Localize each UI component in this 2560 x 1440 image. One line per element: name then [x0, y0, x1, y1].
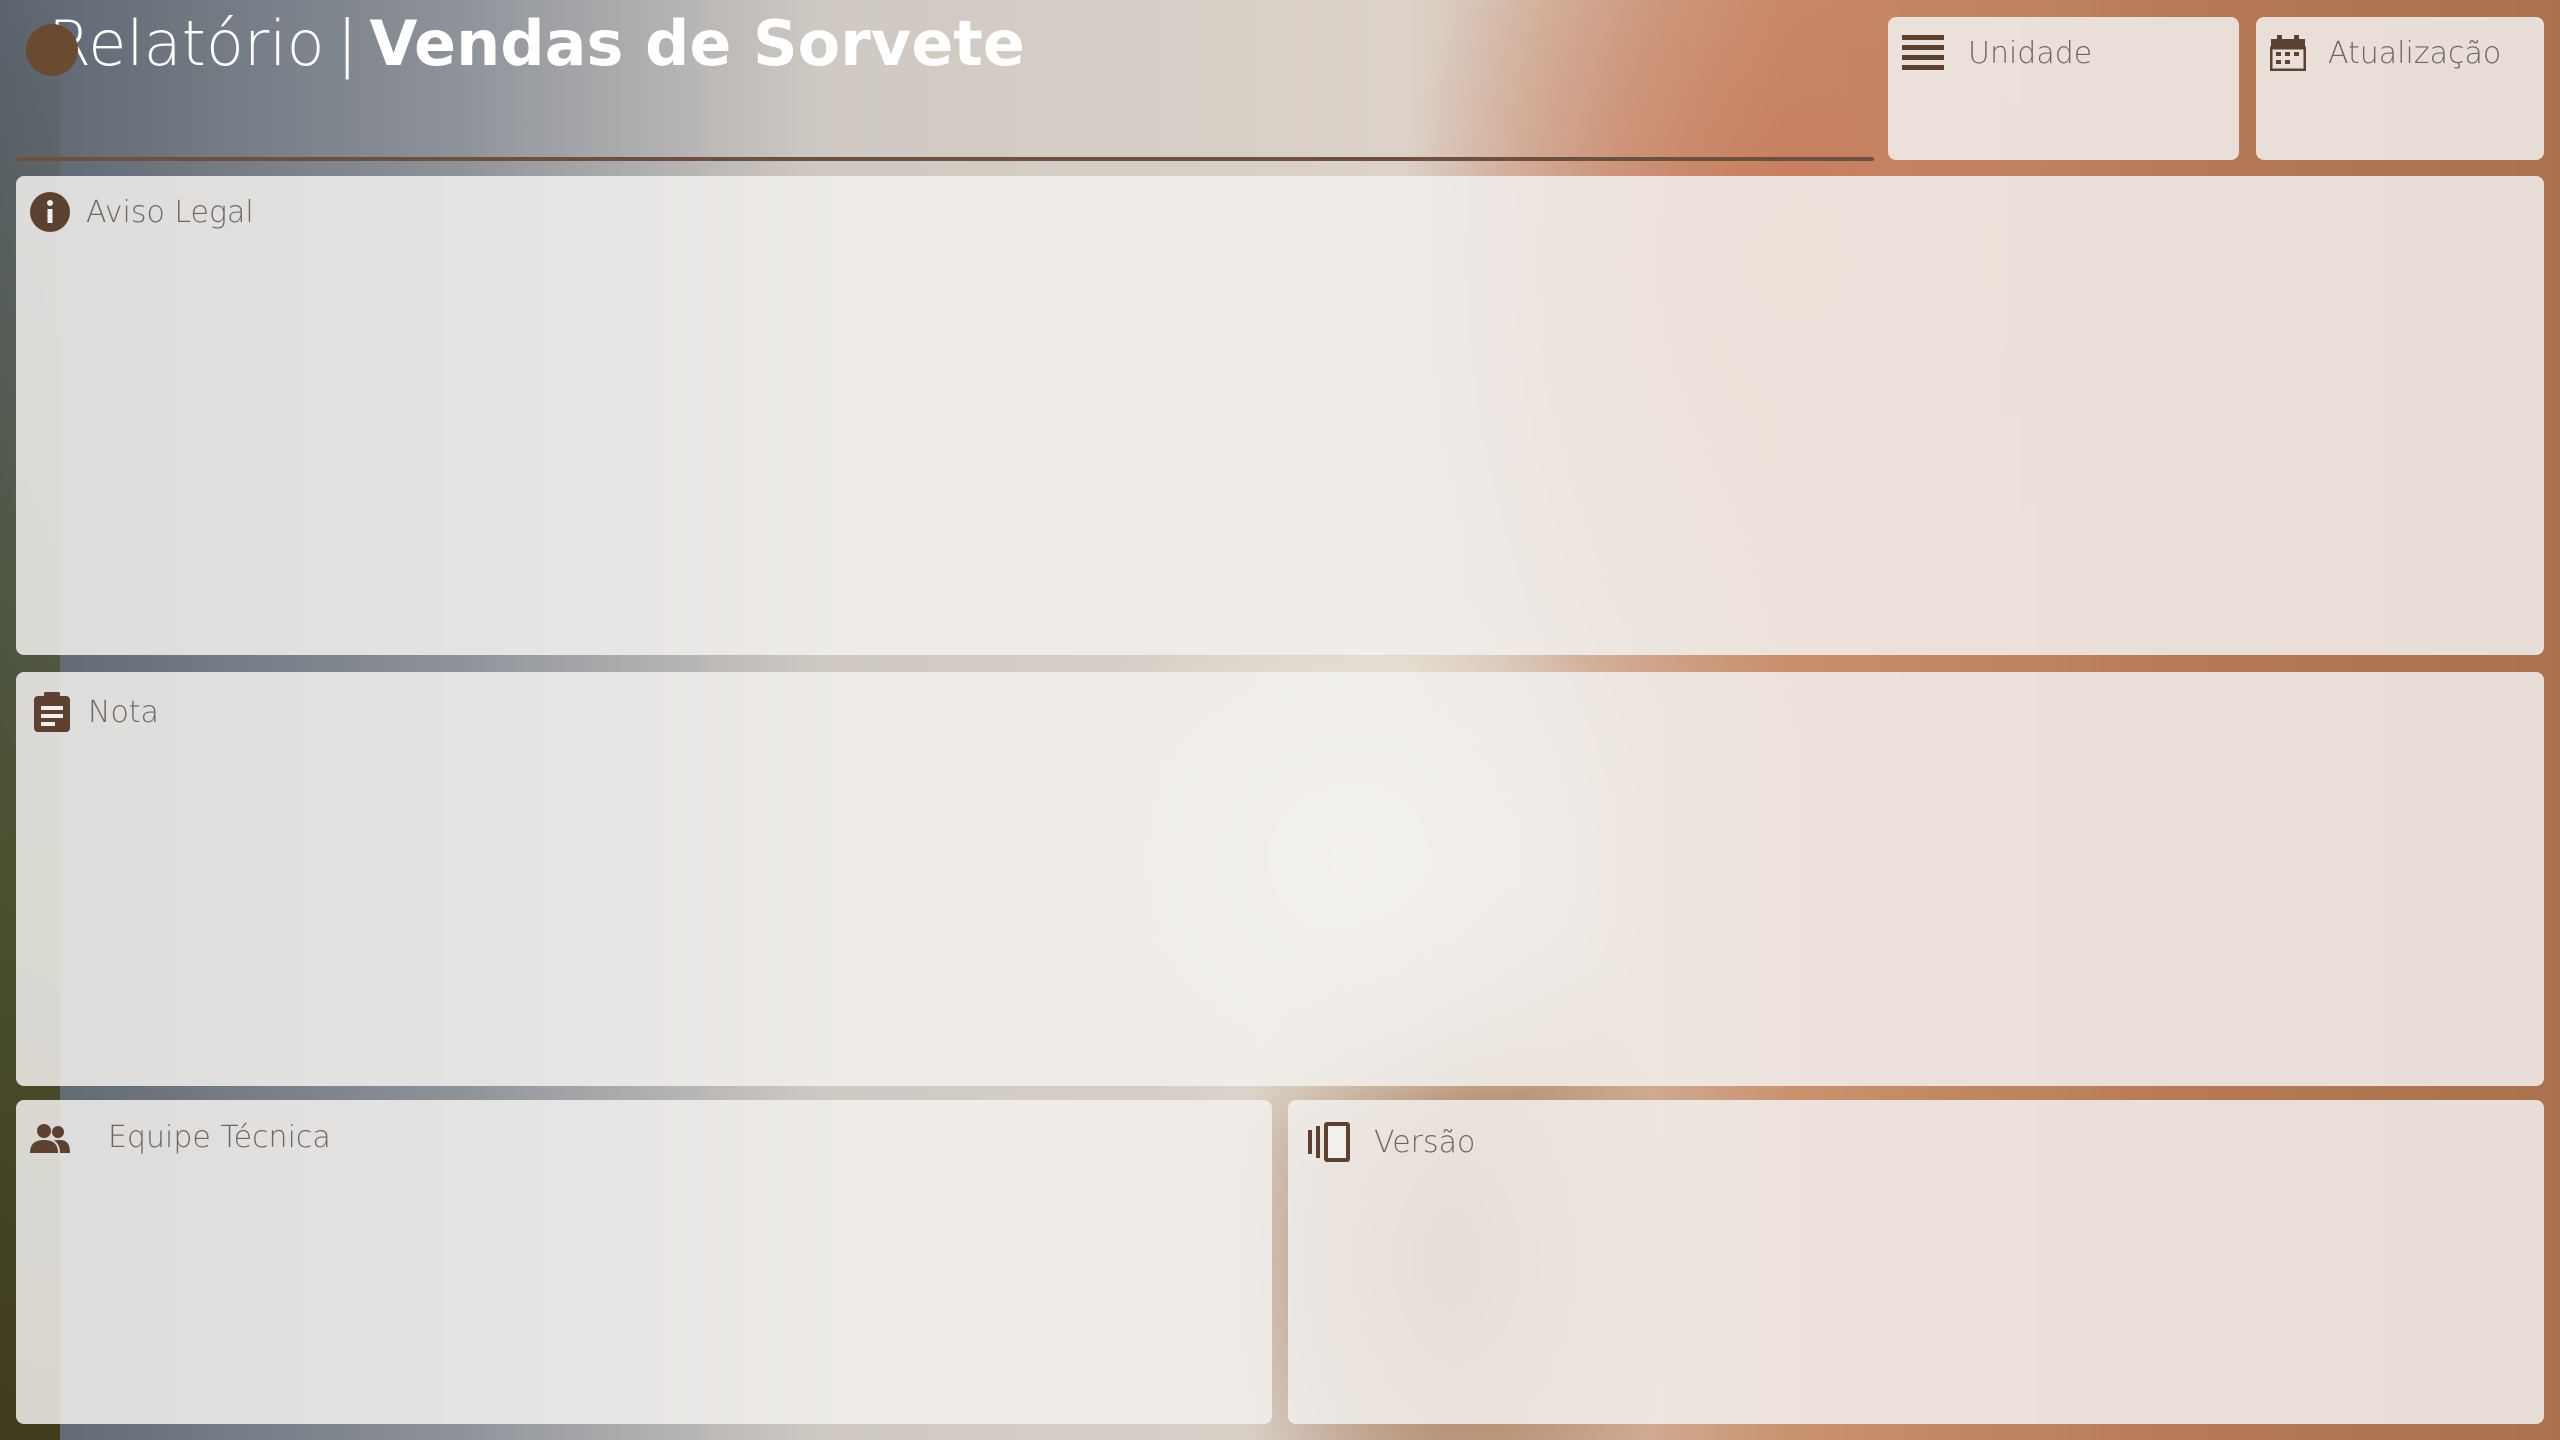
note-icon: [34, 692, 70, 732]
versao-card[interactable]: Versão: [1288, 1100, 2544, 1424]
equipe-tecnica-label: Equipe Técnica: [108, 1120, 331, 1155]
title-dot: [26, 24, 78, 76]
title-separator: |: [336, 7, 358, 80]
title-bold: Vendas de Sorvete: [369, 7, 1025, 80]
aviso-legal-card[interactable]: Aviso Legal: [16, 176, 2544, 655]
atualizacao-card[interactable]: Atualização: [2256, 17, 2544, 160]
atualizacao-card-header: Atualização: [2270, 35, 2501, 71]
unidade-card[interactable]: Unidade: [1888, 17, 2239, 160]
list-icon: [1902, 33, 1946, 73]
aviso-legal-card-header: Aviso Legal: [30, 192, 254, 232]
versao-label: Versão: [1374, 1124, 1476, 1160]
people-icon: [30, 1123, 70, 1153]
aviso-legal-label: Aviso Legal: [86, 194, 254, 230]
title-divider: [16, 157, 1874, 161]
equipe-tecnica-card-header: Equipe Técnica: [30, 1120, 331, 1155]
title-light: Relatório: [48, 7, 325, 80]
nota-label: Nota: [88, 694, 159, 730]
nota-card[interactable]: Nota: [16, 672, 2544, 1086]
atualizacao-label: Atualização: [2328, 35, 2502, 71]
versions-icon: [1308, 1122, 1350, 1162]
versao-card-header: Versão: [1308, 1122, 1475, 1162]
equipe-tecnica-card[interactable]: Equipe Técnica: [16, 1100, 1272, 1424]
info-icon: [30, 192, 70, 232]
page-title: Relatório | Vendas de Sorvete: [26, 4, 1025, 84]
calendar-icon: [2270, 35, 2306, 71]
unidade-card-header: Unidade: [1902, 33, 2092, 73]
unidade-label: Unidade: [1968, 35, 2093, 71]
nota-card-header: Nota: [34, 692, 159, 732]
